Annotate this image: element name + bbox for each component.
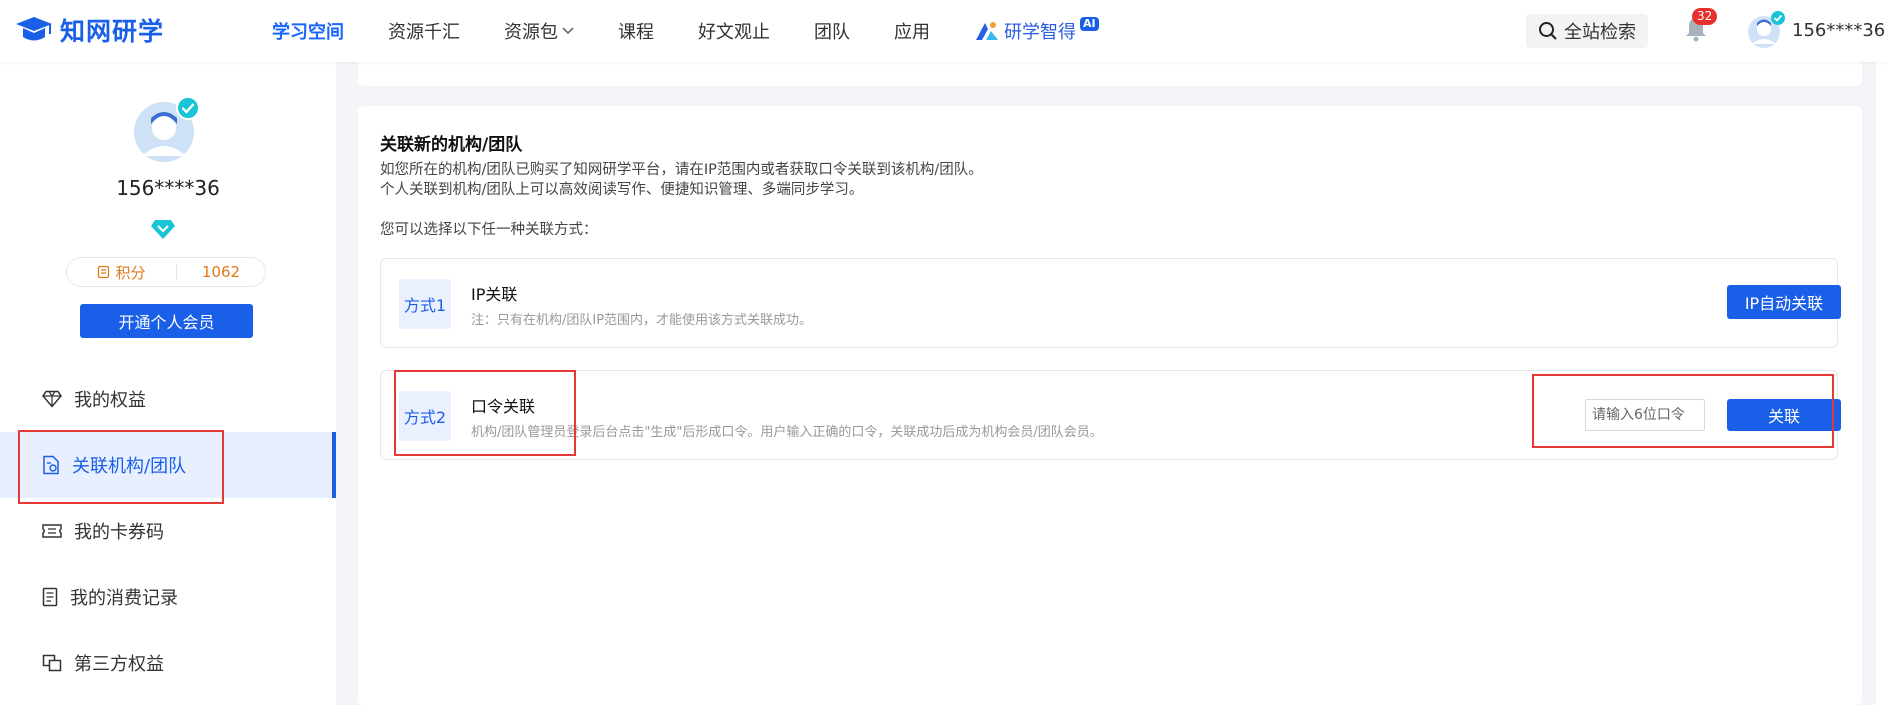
user-menu[interactable]: 156****36 (1746, 10, 1889, 50)
sidebar-menu: 我的权益 关联机构/团队 我的卡券码 我的消费记录 第三方权益 (0, 366, 336, 696)
top-username: 156****36 (1792, 19, 1886, 41)
nav-study-space[interactable]: 学习空间 (272, 18, 344, 44)
chevron-down-icon (562, 27, 574, 34)
method-tag: 方式2 (399, 391, 451, 441)
method-code-card: 方式2 口令关联 机构/团队管理员登录后台点击"生成"后形成口令。用户输入正确的… (380, 370, 1841, 460)
nav-label: 团队 (814, 22, 850, 43)
nav-label: 资源包 (504, 22, 558, 43)
top-navbar: 知网研学 学习空间 资源千汇 资源包 课程 好文观止 团队 应用 研学智得 AI… (0, 0, 1889, 62)
code-input[interactable] (1585, 399, 1705, 431)
nav-apps[interactable]: 应用 (894, 18, 930, 44)
method-tag: 方式1 (399, 279, 451, 329)
nav-label: 应用 (894, 22, 930, 43)
sidebar: 156****36 积分 1062 开通个人会员 我的权益 关联机构/团队 我的… (0, 62, 336, 705)
main-nav: 学习空间 资源千汇 资源包 课程 好文观止 团队 应用 研学智得 AI (272, 0, 1143, 62)
method-ip-card: 方式1 IP关联 注：只有在机构/团队IP范围内，才能使用该方式关联成功。 IP… (380, 258, 1841, 348)
nav-articles[interactable]: 好文观止 (698, 18, 770, 44)
nav-label: 资源千汇 (388, 22, 460, 43)
nav-resource-pack[interactable]: 资源包 (504, 18, 574, 44)
description-choose: 您可以选择以下任一种关联方式： (380, 222, 598, 238)
global-search-button[interactable]: 全站检索 (1526, 14, 1648, 48)
ai-badge: AI (1080, 17, 1099, 31)
section-title: 关联新的机构/团队 (380, 135, 523, 155)
method-note: 机构/团队管理员登录后台点击"生成"后形成口令。用户输入正确的口令，关联成功后成… (471, 425, 1103, 440)
link-org-card: 关联新的机构/团队 如您所在的机构/团队已购买了知网研学平台，请在IP范围内或者… (358, 106, 1862, 705)
graduation-cap-icon (16, 17, 52, 41)
sidebar-item-label: 关联机构/团队 (72, 456, 187, 477)
sidebar-item-label: 我的卡券码 (74, 522, 164, 543)
search-label: 全站检索 (1564, 22, 1636, 43)
open-vip-button[interactable]: 开通个人会员 (80, 304, 253, 338)
copy-icon (42, 654, 62, 672)
logo-text: 知网研学 (60, 17, 165, 46)
sidebar-item-benefits[interactable]: 我的权益 (0, 366, 336, 432)
avatar (1748, 11, 1785, 48)
method-title: 口令关联 (471, 397, 536, 416)
sidebar-username: 156****36 (116, 176, 220, 200)
scrollbar[interactable] (1876, 62, 1889, 705)
sidebar-item-third-party[interactable]: 第三方权益 (0, 630, 336, 696)
link-button[interactable]: 关联 (1727, 399, 1841, 431)
method-note: 注：只有在机构/团队IP范围内，才能使用该方式关联成功。 (471, 313, 813, 328)
search-icon (1539, 22, 1557, 40)
description-line-1: 如您所在的机构/团队已购买了知网研学平台，请在IP范围内或者获取口令关联到该机构… (380, 162, 983, 178)
diamond-icon (42, 390, 62, 408)
receipt-icon (42, 587, 58, 607)
nav-label: 好文观止 (698, 22, 770, 43)
description-line-2: 个人关联到机构/团队上可以高效阅读写作、便捷知识管理、多端同步学习。 (380, 182, 864, 198)
ip-auto-link-button[interactable]: IP自动关联 (1727, 285, 1841, 319)
nav-courses[interactable]: 课程 (618, 18, 654, 44)
ticket-icon (42, 524, 62, 538)
points-label-wrap: 积分 (67, 263, 177, 282)
sidebar-item-coupons[interactable]: 我的卡券码 (0, 498, 336, 564)
nav-label: 学习空间 (272, 22, 344, 43)
nav-resources[interactable]: 资源千汇 (388, 18, 460, 44)
previous-card (358, 62, 1862, 86)
avatar (134, 96, 200, 162)
vip-diamond-icon (151, 220, 175, 239)
sidebar-item-label: 我的权益 (74, 390, 146, 411)
sidebar-item-consumption[interactable]: 我的消费记录 (0, 564, 336, 630)
points-label: 积分 (115, 263, 146, 282)
points-pill[interactable]: 积分 1062 (66, 257, 266, 287)
logo[interactable]: 知网研学 (14, 12, 164, 48)
coins-icon (98, 265, 110, 279)
method-title: IP关联 (471, 285, 518, 304)
nav-team[interactable]: 团队 (814, 18, 850, 44)
ai-label: 研学智得 (1004, 22, 1076, 43)
sidebar-item-label: 我的消费记录 (70, 588, 178, 609)
nav-ai-assistant[interactable]: 研学智得 AI (974, 17, 1099, 44)
points-value: 1062 (201, 263, 241, 281)
ai-logo-icon (976, 22, 998, 40)
sidebar-item-link-org[interactable]: 关联机构/团队 (0, 432, 336, 498)
nav-label: 课程 (618, 22, 654, 43)
notification-count-badge: 32 (1692, 8, 1718, 25)
link-doc-icon (43, 455, 59, 475)
sidebar-item-label: 第三方权益 (74, 654, 164, 675)
